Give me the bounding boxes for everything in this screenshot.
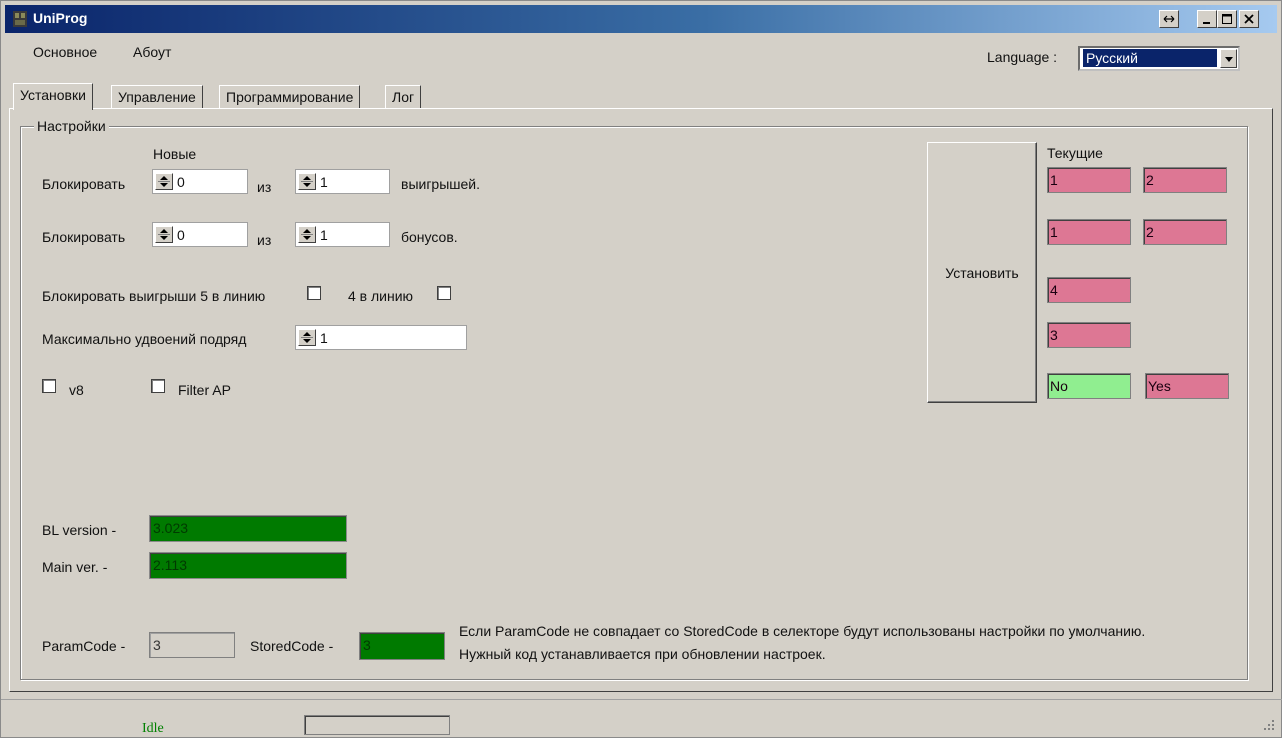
block-bonus-b-value: 1 [320, 227, 328, 243]
language-select[interactable]: Русский [1078, 46, 1240, 71]
block-wins-label: Блокировать [42, 176, 126, 192]
group-title: Настройки [34, 118, 109, 134]
block-bonus-a-value: 0 [177, 227, 185, 243]
max-doubles-value: 1 [320, 330, 328, 346]
menu-about[interactable]: Абоут [133, 44, 171, 60]
of-label: из [257, 179, 272, 195]
stored-code-label: StoredCode - [250, 638, 334, 654]
code-note-line1: Если ParamCode не совпадает со StoredCod… [459, 623, 1146, 639]
language-selected-value: Русский [1083, 49, 1217, 67]
block-4-line-checkbox[interactable] [437, 286, 451, 300]
param-code-label: ParamCode - [42, 638, 126, 654]
filter-ap-label: Filter AP [178, 382, 231, 398]
stored-code-value: 3 [359, 632, 445, 660]
bl-version-label: BL version - [42, 522, 117, 538]
progress-bar [304, 715, 450, 735]
v8-checkbox[interactable] [42, 379, 56, 393]
menu-main[interactable]: Основное [33, 44, 97, 60]
block-bonus-suffix: бонусов. [401, 229, 458, 245]
block-4-line-label: 4 в линию [348, 288, 414, 304]
minimize-button[interactable] [1197, 10, 1217, 28]
main-version-label: Main ver. - [42, 559, 108, 575]
spin-arrows-icon[interactable] [298, 173, 316, 190]
current-wins-b: 2 [1143, 167, 1227, 193]
title-bar[interactable]: UniProg [5, 5, 1277, 33]
block-bonus-a-stepper[interactable]: 0 [152, 222, 248, 247]
current-max-doubles: 3 [1047, 322, 1131, 348]
current-wins-a: 1 [1047, 167, 1131, 193]
block-wins-b-value: 1 [320, 174, 328, 190]
filter-ap-checkbox[interactable] [151, 379, 165, 393]
block-wins-b-stepper[interactable]: 1 [295, 169, 390, 194]
app-window: UniProg Основное Абоут Language : Русски… [0, 0, 1282, 738]
status-text: Idle [142, 721, 164, 736]
tab-programming[interactable]: Программирование [219, 85, 361, 109]
maximize-button[interactable] [1217, 10, 1237, 28]
status-bar-divider [1, 699, 1282, 700]
current-bonus-a: 1 [1047, 219, 1131, 245]
spin-arrows-icon[interactable] [155, 173, 173, 190]
chevron-down-icon[interactable] [1220, 49, 1237, 68]
block-bonus-b-stepper[interactable]: 1 [295, 222, 390, 247]
new-header: Новые [153, 146, 197, 162]
max-doubles-label: Максимально удвоений подряд [42, 331, 247, 347]
main-version-value: 2.113 [149, 552, 347, 579]
set-button[interactable]: Установить [927, 142, 1037, 403]
block-wins-a-stepper[interactable]: 0 [152, 169, 248, 194]
spin-arrows-icon[interactable] [298, 329, 316, 346]
tab-log[interactable]: Лог [385, 85, 422, 109]
window-title: UniProg [33, 10, 88, 26]
current-bonus-b: 2 [1143, 219, 1227, 245]
language-label: Language : [987, 49, 1058, 65]
settings-group [20, 126, 1248, 680]
current-lines: 4 [1047, 277, 1131, 303]
code-note-line2: Нужный код устанавливается при обновлени… [459, 646, 826, 662]
block-wins-a-value: 0 [177, 174, 185, 190]
resize-grip-icon[interactable] [1261, 717, 1275, 731]
block-wins-suffix: выигрышей. [401, 176, 481, 192]
block-5-line-checkbox[interactable] [307, 286, 321, 300]
spin-arrows-icon[interactable] [298, 226, 316, 243]
close-button[interactable] [1239, 10, 1259, 28]
tab-settings[interactable]: Установки [13, 83, 93, 110]
v8-label: v8 [69, 382, 84, 398]
bl-version-value: 3.023 [149, 515, 347, 542]
app-icon [13, 11, 27, 27]
current-header: Текущие [1047, 145, 1103, 161]
block-5-line-label: Блокировать выигрыши 5 в линию [42, 288, 266, 304]
block-bonus-label: Блокировать [42, 229, 126, 245]
of-label: из [257, 232, 272, 248]
current-filter-ap: Yes [1145, 373, 1229, 399]
tab-control[interactable]: Управление [111, 85, 203, 109]
resize-icon[interactable] [1159, 10, 1179, 28]
spin-arrows-icon[interactable] [155, 226, 173, 243]
set-button-label: Установить [945, 265, 1019, 281]
param-code-value: 3 [149, 632, 235, 658]
max-doubles-stepper[interactable]: 1 [295, 325, 467, 350]
current-v8: No [1047, 373, 1131, 399]
